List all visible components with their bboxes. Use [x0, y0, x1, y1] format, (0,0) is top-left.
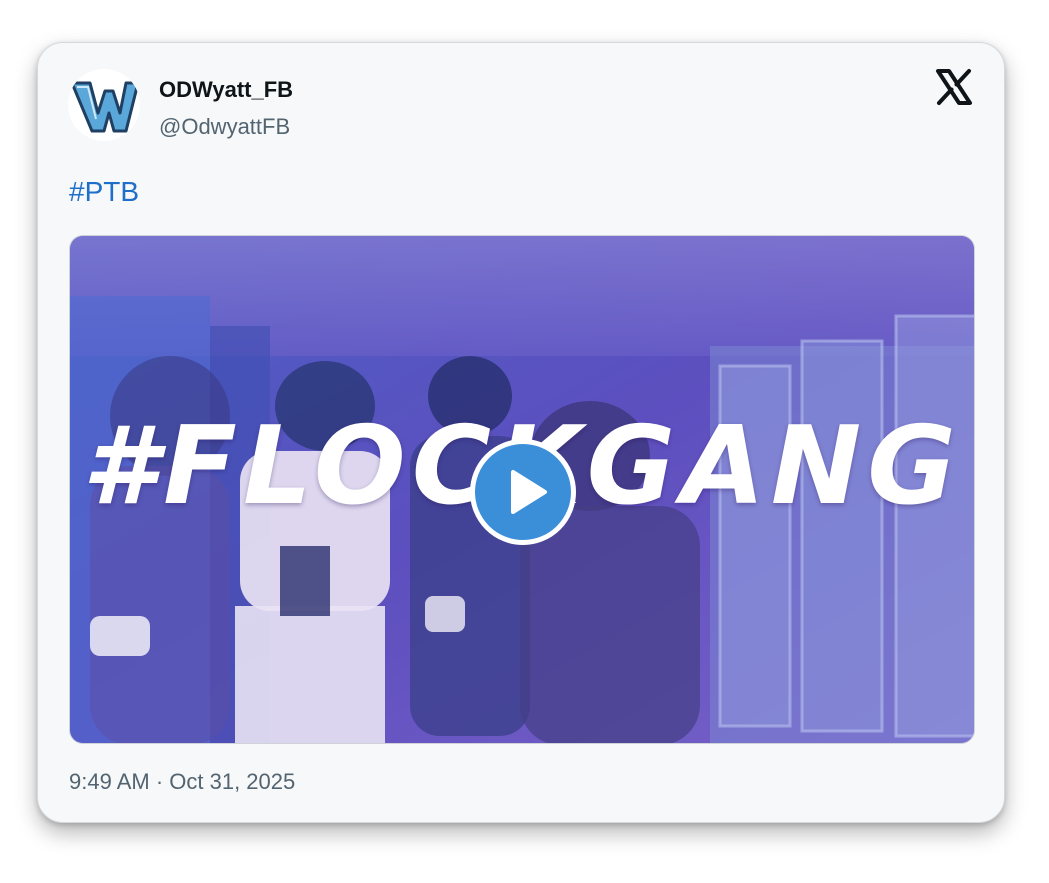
video-player[interactable]: #FLOCKGANG	[69, 235, 975, 744]
x-logo-icon[interactable]	[934, 67, 974, 107]
w-logo-icon	[68, 69, 140, 141]
tweet-timestamp[interactable]: 9:49 AM · Oct 31, 2025	[69, 769, 295, 795]
avatar[interactable]	[68, 69, 140, 141]
play-icon	[511, 470, 547, 514]
display-name[interactable]: ODWyatt_FB	[159, 77, 293, 103]
play-button[interactable]	[470, 439, 576, 545]
tweet-card[interactable]: ODWyatt_FB @OdwyattFB #PTB 9:49 AM · Oct…	[37, 42, 1005, 823]
tweet-hashtag-link[interactable]: #PTB	[69, 176, 139, 208]
user-handle[interactable]: @OdwyattFB	[159, 114, 290, 140]
